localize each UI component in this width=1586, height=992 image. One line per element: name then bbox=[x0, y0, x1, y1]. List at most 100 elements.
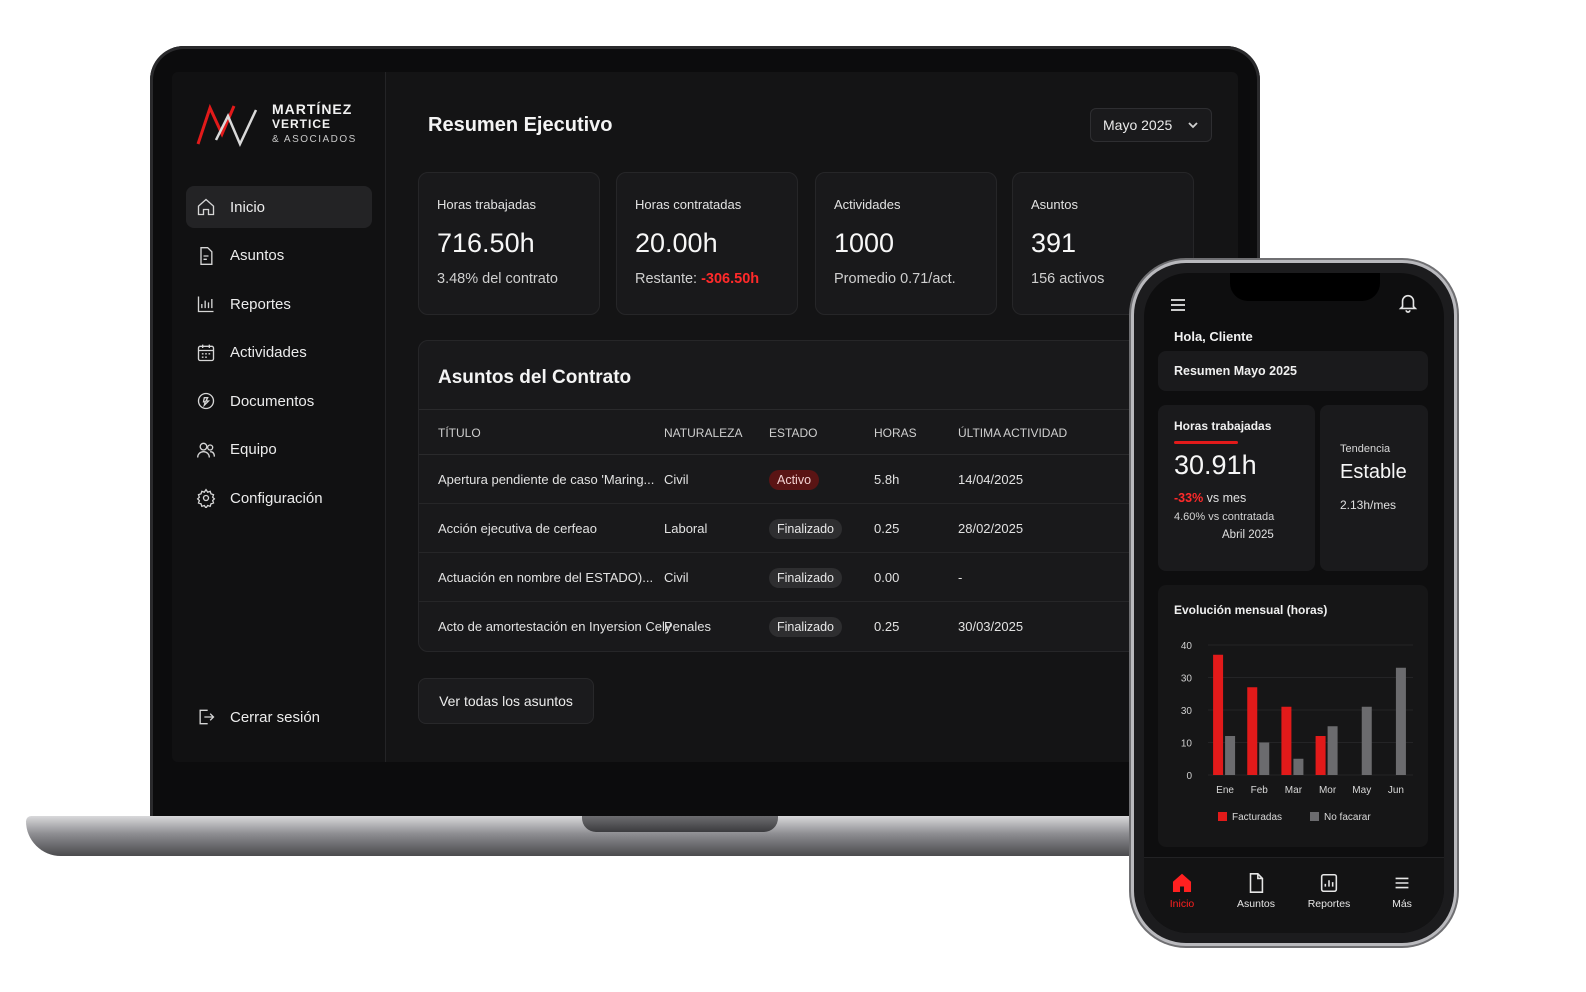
column-header-ultima-actividad[interactable]: ÚLTIMA ACTIVIDAD bbox=[958, 410, 1067, 456]
hours-card[interactable]: Horas trabajadas 30.91h -33% vs mes 4.60… bbox=[1158, 405, 1315, 571]
y-tick-label: 30 bbox=[1181, 706, 1193, 717]
kpi-sub-negative: -306.50h bbox=[701, 271, 760, 287]
y-tick-label: 10 bbox=[1181, 739, 1193, 750]
chevron-down-icon bbox=[1188, 122, 1198, 129]
column-header-estado[interactable]: ESTADO bbox=[769, 410, 817, 456]
cell-naturaleza: Laboral bbox=[664, 521, 708, 536]
sidebar-item-inicio[interactable]: Inicio bbox=[186, 186, 372, 228]
column-header-horas[interactable]: HORAS bbox=[874, 410, 917, 456]
kpi-horas-trabajadas[interactable]: Horas trabajadas 716.50h 3.48% del contr… bbox=[418, 172, 600, 315]
column-header-naturaleza[interactable]: NATURALEZA bbox=[664, 410, 742, 456]
hours-value: 30.91h bbox=[1174, 450, 1257, 480]
sidebar-item-reportes[interactable]: Reportes bbox=[186, 283, 372, 325]
cell-horas: 0.00 bbox=[874, 570, 900, 585]
mobile-app: Hola, Cliente Resumen Mayo 2025 Horas tr… bbox=[1144, 273, 1444, 933]
report-icon bbox=[1320, 873, 1338, 893]
hours-accent-bar bbox=[1174, 441, 1238, 444]
tab-label: Inicio bbox=[1169, 898, 1195, 910]
cell-titulo: Actuación en nombre del ESTADO)... bbox=[438, 570, 654, 585]
table-header: TÍTULO NATURALEZA ESTADO HORAS ÚLTIMA AC… bbox=[419, 409, 1159, 455]
logout-label: Cerrar sesión bbox=[230, 708, 321, 726]
sidebar-item-asuntos[interactable]: Asuntos bbox=[186, 235, 372, 277]
sidebar-item-documentos[interactable]: Documentos bbox=[186, 380, 372, 422]
kpi-label: Asuntos bbox=[1031, 197, 1078, 212]
hamburger-menu-icon[interactable] bbox=[1168, 295, 1188, 315]
bell-icon[interactable] bbox=[1398, 293, 1418, 315]
y-tick-label: 0 bbox=[1186, 771, 1192, 782]
tab-label: Reportes bbox=[1307, 898, 1351, 910]
y-tick-label: 30 bbox=[1181, 674, 1193, 685]
tab-reportes[interactable]: Reportes bbox=[1299, 872, 1359, 910]
sidebar-item-equipo[interactable]: Equipo bbox=[186, 429, 372, 471]
kpi-value: 1000 bbox=[834, 228, 895, 258]
kpi-label: Horas contratadas bbox=[635, 197, 742, 212]
y-tick-label: 40 bbox=[1181, 641, 1193, 652]
table-row[interactable]: Acto de amortestación en Inyersion Cely … bbox=[419, 602, 1159, 651]
greeting: Hola, Cliente bbox=[1174, 329, 1253, 344]
bar-facturadas bbox=[1315, 736, 1326, 775]
brand-line-3: & ASOCIADOS bbox=[272, 133, 357, 145]
view-all-asuntos-button[interactable]: Ver todas los asuntos bbox=[418, 678, 594, 724]
hours-delta-text: vs mes bbox=[1203, 491, 1247, 505]
brand-logo[interactable]: MARTÍNEZ VERTICE & ASOCIADOS bbox=[196, 100, 357, 148]
users-icon bbox=[196, 440, 216, 460]
sidebar-nav: Inicio Asuntos Reportes Actividades Docu… bbox=[186, 186, 372, 526]
calendar-icon bbox=[196, 343, 216, 363]
tab-asuntos[interactable]: Asuntos bbox=[1226, 872, 1286, 910]
brand-line-1: MARTÍNEZ bbox=[272, 100, 353, 117]
x-tick-label: Mar bbox=[1285, 785, 1303, 796]
cell-estado: Finalizado bbox=[769, 504, 842, 553]
gear-icon bbox=[196, 488, 216, 508]
phone-notch bbox=[1230, 273, 1380, 301]
trend-card[interactable]: Tendencia Estable 2.13h/mes bbox=[1320, 405, 1428, 571]
kpi-value: 391 bbox=[1031, 228, 1077, 258]
hours-label: Horas trabajadas bbox=[1174, 419, 1272, 433]
sidebar: MARTÍNEZ VERTICE & ASOCIADOS Inicio Asun… bbox=[172, 72, 386, 762]
table-row[interactable]: Apertura pendiente de caso 'Maring... Ci… bbox=[419, 455, 1159, 504]
bar-chart-icon bbox=[196, 294, 216, 314]
status-badge: Activo bbox=[769, 470, 820, 490]
sidebar-item-label: Actividades bbox=[230, 344, 307, 361]
bar-no-facarar bbox=[1225, 736, 1236, 775]
tab-mas[interactable]: Más bbox=[1372, 872, 1432, 910]
bar-facturadas bbox=[1213, 654, 1224, 775]
tab-inicio[interactable]: Inicio bbox=[1152, 872, 1212, 910]
kpi-value: 20.00h bbox=[635, 228, 718, 258]
sidebar-item-configuracion[interactable]: Configuración bbox=[186, 477, 372, 519]
x-tick-label: May bbox=[1352, 785, 1371, 796]
summary-banner[interactable]: Resumen Mayo 2025 bbox=[1158, 351, 1428, 391]
cell-estado: Finalizado bbox=[769, 602, 842, 651]
document-icon bbox=[1249, 873, 1264, 893]
desktop-app: MARTÍNEZ VERTICE & ASOCIADOS Inicio Asun… bbox=[172, 72, 1238, 762]
phone-frame: Hola, Cliente Resumen Mayo 2025 Horas tr… bbox=[1134, 263, 1454, 943]
kpi-subtext: Restante: -306.50h bbox=[635, 271, 779, 287]
document-icon bbox=[196, 246, 216, 266]
table-row[interactable]: Actuación en nombre del ESTADO)... Civil… bbox=[419, 553, 1159, 602]
trend-rate: 2.13h/mes bbox=[1340, 498, 1397, 512]
status-badge: Finalizado bbox=[769, 519, 842, 539]
table-row[interactable]: Acción ejecutiva de cerfeao Laboral Fina… bbox=[419, 504, 1159, 553]
bar-no-facarar bbox=[1327, 726, 1338, 775]
bar-no-facarar bbox=[1259, 742, 1270, 775]
cell-horas: 0.25 bbox=[874, 521, 900, 536]
legend-swatch bbox=[1310, 812, 1319, 821]
legend-swatch bbox=[1218, 812, 1227, 821]
logout-button[interactable]: Cerrar sesión bbox=[186, 696, 372, 738]
page-title: Resumen Ejecutivo bbox=[428, 114, 613, 136]
cell-ultima: - bbox=[958, 570, 963, 585]
cell-estado: Finalizado bbox=[769, 553, 842, 602]
kpi-value: 716.50h bbox=[437, 228, 535, 258]
kpi-subtext: 3.48% del contrato bbox=[437, 271, 558, 287]
cell-naturaleza: Civil bbox=[664, 472, 689, 487]
cell-ultima: 28/02/2025 bbox=[958, 521, 1024, 536]
bar-facturadas bbox=[1281, 706, 1292, 775]
kpi-label: Actividades bbox=[834, 197, 901, 212]
asuntos-table-card: Asuntos del Contrato TÍTULO NATURALEZA E… bbox=[418, 340, 1159, 652]
kpi-actividades[interactable]: Actividades 1000 Promedio 0.71/act. bbox=[815, 172, 997, 315]
table-title: Asuntos del Contrato bbox=[438, 367, 632, 388]
bar-facturadas bbox=[1247, 687, 1258, 775]
kpi-horas-contratadas[interactable]: Horas contratadas 20.00h Restante: -306.… bbox=[616, 172, 798, 315]
sidebar-item-actividades[interactable]: Actividades bbox=[186, 332, 372, 374]
month-select[interactable]: Mayo 2025 bbox=[1090, 108, 1212, 142]
column-header-titulo[interactable]: TÍTULO bbox=[438, 410, 481, 456]
